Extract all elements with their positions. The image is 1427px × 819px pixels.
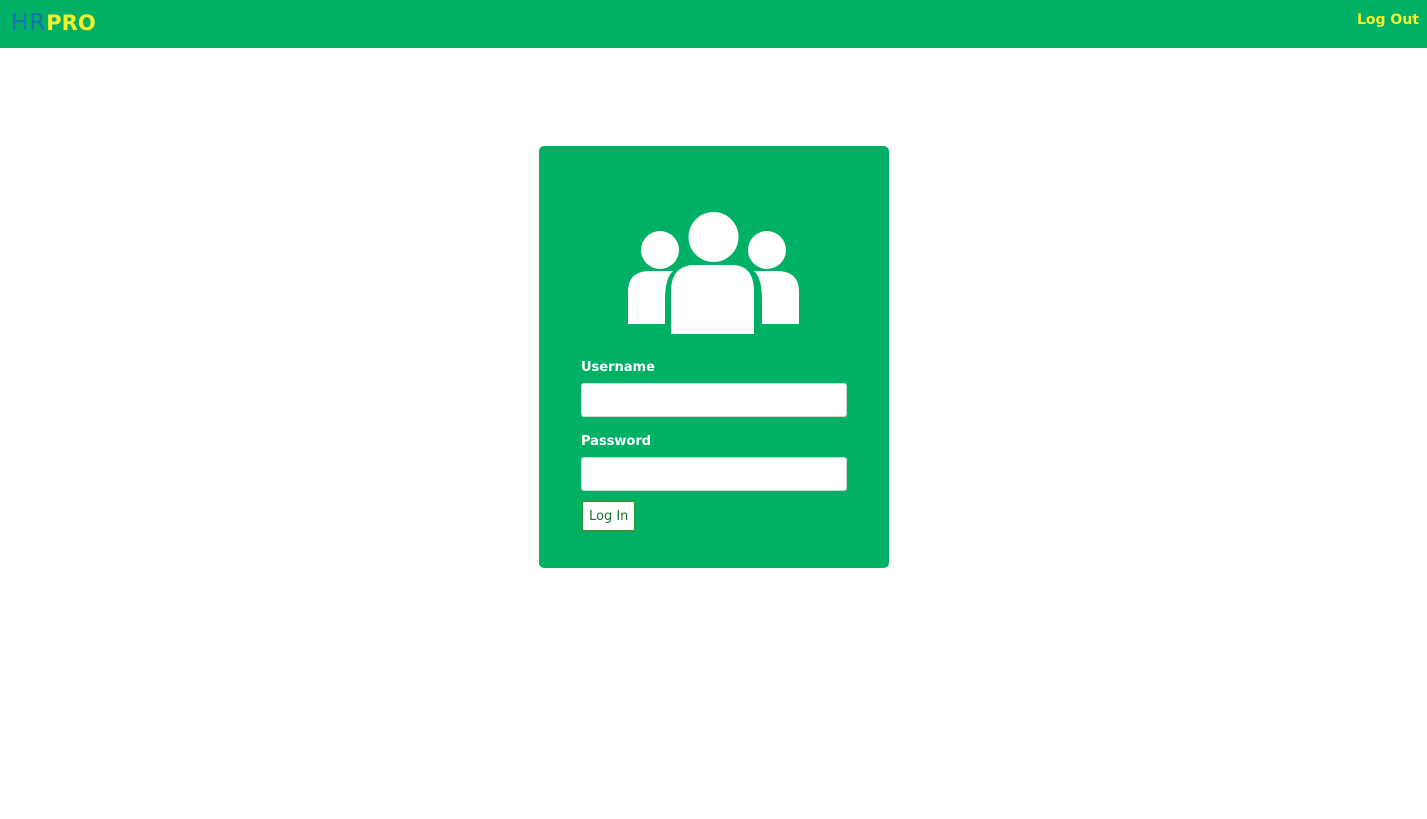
logout-link[interactable]: Log Out — [1357, 12, 1419, 28]
brand-hr-text: HR — [11, 10, 47, 36]
password-label: Password — [581, 434, 652, 449]
username-input[interactable] — [581, 383, 847, 417]
brand-pro-text: PRO — [46, 11, 96, 35]
top-navbar: HRPRO Log Out — [0, 0, 1427, 48]
login-button[interactable]: Log In — [581, 500, 637, 532]
username-label: Username — [581, 360, 655, 375]
login-card: Username Password Log In — [539, 146, 889, 568]
users-group-icon — [628, 212, 799, 334]
password-input[interactable] — [581, 457, 847, 491]
brand-logo[interactable]: HRPRO — [11, 9, 96, 37]
